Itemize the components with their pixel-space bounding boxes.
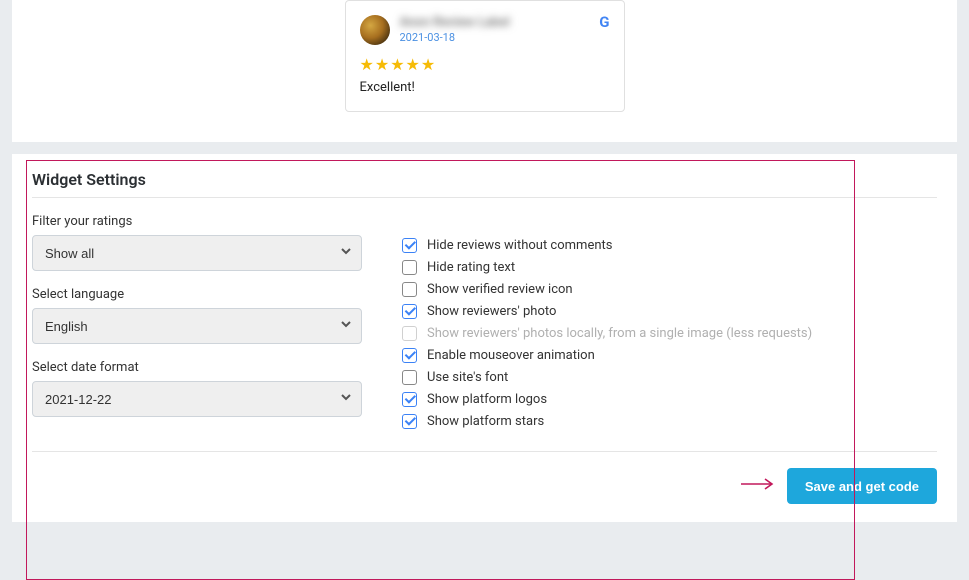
review-preview-area: Anon Review Label 2021-03-18 G ★★★★★ Exc… bbox=[12, 0, 957, 142]
option-label: Enable mouseover animation bbox=[427, 348, 595, 363]
option-label: Hide rating text bbox=[427, 260, 515, 275]
section-title: Widget Settings bbox=[32, 170, 937, 198]
option-checkbox[interactable] bbox=[402, 238, 417, 253]
option-row: Show platform stars bbox=[402, 410, 937, 432]
option-row: Show verified review icon bbox=[402, 278, 937, 300]
date-format-select[interactable] bbox=[32, 381, 362, 417]
option-row: Show platform logos bbox=[402, 388, 937, 410]
option-row: Use site's font bbox=[402, 366, 937, 388]
option-label: Hide reviews without comments bbox=[427, 238, 613, 253]
option-checkbox[interactable] bbox=[402, 392, 417, 407]
review-date: 2021-03-18 bbox=[400, 31, 510, 44]
filter-ratings-label: Filter your ratings bbox=[32, 214, 362, 229]
filter-ratings-select[interactable] bbox=[32, 235, 362, 271]
reviewer-name: Anon Review Label bbox=[400, 15, 510, 30]
avatar bbox=[360, 15, 390, 45]
language-label: Select language bbox=[32, 287, 362, 302]
annotation-arrow-icon bbox=[739, 476, 775, 496]
save-and-get-code-button[interactable]: Save and get code bbox=[787, 468, 937, 504]
option-checkbox[interactable] bbox=[402, 304, 417, 319]
option-checkbox[interactable] bbox=[402, 370, 417, 385]
option-label: Show verified review icon bbox=[427, 282, 573, 297]
option-row: Show reviewers' photo bbox=[402, 300, 937, 322]
option-checkbox bbox=[402, 326, 417, 341]
option-row: Enable mouseover animation bbox=[402, 344, 937, 366]
option-checkbox[interactable] bbox=[402, 414, 417, 429]
review-text: Excellent! bbox=[360, 80, 610, 95]
option-checkbox[interactable] bbox=[402, 348, 417, 363]
date-format-label: Select date format bbox=[32, 360, 362, 375]
option-checkbox[interactable] bbox=[402, 260, 417, 275]
option-label: Show platform stars bbox=[427, 414, 544, 429]
option-row: Hide rating text bbox=[402, 256, 937, 278]
option-label: Show reviewers' photo bbox=[427, 304, 556, 319]
google-logo-icon: G bbox=[599, 13, 609, 31]
option-label: Use site's font bbox=[427, 370, 508, 385]
option-checkbox[interactable] bbox=[402, 282, 417, 297]
option-row: Hide reviews without comments bbox=[402, 234, 937, 256]
option-label: Show platform logos bbox=[427, 392, 547, 407]
option-row: Show reviewers' photos locally, from a s… bbox=[402, 322, 937, 344]
language-select[interactable] bbox=[32, 308, 362, 344]
option-label: Show reviewers' photos locally, from a s… bbox=[427, 326, 812, 341]
checkbox-options: Hide reviews without comments Hide rating… bbox=[402, 214, 937, 433]
review-card: Anon Review Label 2021-03-18 G ★★★★★ Exc… bbox=[345, 0, 625, 112]
star-rating: ★★★★★ bbox=[360, 55, 610, 74]
widget-settings-panel: Widget Settings Filter your ratings Sele… bbox=[12, 154, 957, 522]
